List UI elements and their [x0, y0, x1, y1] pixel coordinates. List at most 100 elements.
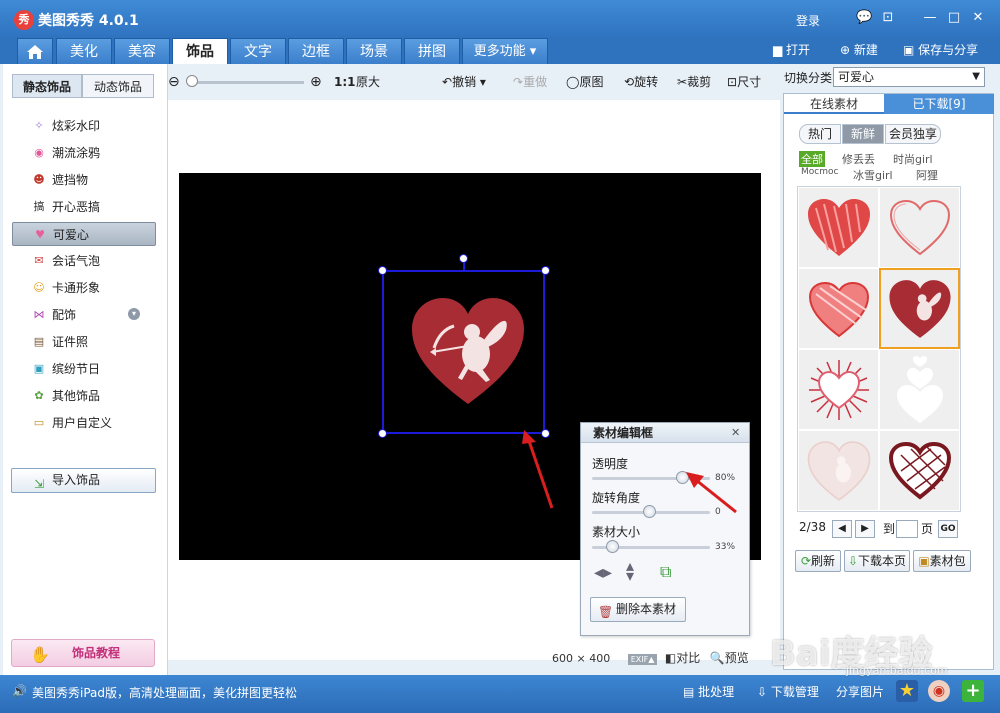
category-item[interactable]: ✿ 其他饰品	[12, 384, 156, 408]
resize-handle[interactable]	[378, 429, 387, 438]
copy-material-icon[interactable]: ⧉	[660, 562, 671, 582]
close-button[interactable]: ✕	[970, 10, 986, 26]
category-item[interactable]: ◉ 潮流涂鸦	[12, 141, 156, 165]
rotate-button[interactable]: ⟲旋转	[624, 74, 658, 90]
tag-ice-girl[interactable]: 冰雪girl	[853, 167, 893, 183]
zoom-slider-knob[interactable]	[186, 75, 198, 87]
tag-xiudiudiu[interactable]: 修丢丢	[842, 151, 875, 167]
size-slider-knob[interactable]	[606, 540, 619, 553]
preview-button[interactable]: 🔍预览	[710, 651, 749, 665]
exif-button[interactable]: EXIF▲	[627, 654, 658, 665]
filter-vip[interactable]: 会员独享	[885, 124, 941, 144]
category-select[interactable]: 可爱心 ▼	[833, 67, 985, 87]
zoom-ratio[interactable]: 1:1	[334, 74, 356, 90]
login-link[interactable]: 登录	[796, 12, 820, 29]
save-share-button[interactable]: ▣ 保存与分享	[903, 41, 978, 59]
maximize-button[interactable]: □	[946, 10, 962, 26]
category-item[interactable]: ▣ 缤纷节日	[12, 357, 156, 381]
hand-icon: ✋	[30, 645, 50, 664]
selection-box[interactable]	[382, 270, 545, 434]
next-page-button[interactable]: ▶	[855, 520, 875, 538]
compare-button[interactable]: ◧对比	[665, 651, 700, 665]
zoom-out-icon[interactable]: ⊖	[168, 74, 180, 90]
material-thumb[interactable]	[798, 187, 879, 268]
tab-static-accessories[interactable]: 静态饰品	[12, 74, 82, 98]
download-manager-button[interactable]: ⇩ 下载管理	[757, 683, 819, 700]
status-message[interactable]: 美图秀秀iPad版，高清处理画面，美化拼图更轻松	[32, 684, 297, 701]
tab-more[interactable]: 更多功能 ▾	[462, 38, 548, 64]
refresh-button[interactable]: ⟳刷新	[795, 550, 841, 572]
tab-downloaded[interactable]: 已下载[9]	[884, 94, 994, 114]
category-item[interactable]: ✧ 炫彩水印	[12, 114, 156, 138]
filter-hot[interactable]: 热门	[799, 124, 841, 144]
share-picture-button[interactable]: 分享图片	[836, 683, 884, 700]
tab-dynamic-accessories[interactable]: 动态饰品	[82, 74, 154, 98]
material-thumb[interactable]	[798, 430, 879, 511]
home-tab[interactable]	[17, 38, 53, 64]
category-item[interactable]: ♥ 可爱心	[12, 222, 156, 246]
tab-beautify[interactable]: 美化	[56, 38, 112, 64]
material-thumb-selected[interactable]	[879, 268, 960, 349]
add-icon[interactable]: +	[962, 680, 984, 702]
category-item[interactable]: 搞开心恶搞	[12, 195, 156, 219]
category-item[interactable]: ▤ 证件照	[12, 330, 156, 354]
category-item[interactable]: ☺ 卡通形象	[12, 276, 156, 300]
batch-button[interactable]: ▤ 批处理	[683, 683, 734, 700]
resize-handle[interactable]	[541, 266, 550, 275]
original-size-button[interactable]: 原大	[356, 74, 380, 90]
expand-chevron-icon[interactable]: ▾	[128, 308, 140, 320]
filter-new[interactable]: 新鲜	[842, 124, 884, 144]
feedback-icon[interactable]: 💬	[856, 10, 872, 26]
category-label: 用户自定义	[52, 416, 113, 430]
category-label: 可爱心	[53, 228, 90, 242]
resize-handle[interactable]	[378, 266, 387, 275]
tag-fashion-girl[interactable]: 时尚girl	[893, 151, 933, 167]
resize-button[interactable]: ⊡尺寸	[727, 74, 761, 90]
rotation-slider-knob[interactable]	[643, 505, 656, 518]
material-thumb[interactable]	[798, 349, 879, 430]
material-thumb[interactable]	[879, 349, 960, 430]
page-indicator: 2/38	[799, 520, 826, 534]
new-button[interactable]: ⊕ 新建	[840, 41, 878, 59]
tag-ali[interactable]: 阿狸	[916, 167, 938, 183]
crop-button[interactable]: ✂裁剪	[677, 74, 711, 90]
skin-icon[interactable]: ⊡	[880, 10, 896, 26]
tag-mocmoc[interactable]: Mocmoc	[801, 167, 838, 177]
tab-accessories[interactable]: 饰品	[172, 38, 228, 64]
delete-material-button[interactable]: 🗑 删除本素材	[590, 597, 686, 622]
flip-vertical-icon[interactable]: ▴ ▾	[626, 558, 634, 584]
category-item[interactable]: ✉ 会话气泡	[12, 249, 156, 273]
accessory-tutorial-button[interactable]: ✋ 饰品教程	[11, 639, 155, 667]
download-page-button[interactable]: ⇩下载本页	[844, 550, 910, 572]
original-image-button[interactable]: ◯原图	[566, 74, 603, 90]
redo-button[interactable]: ↷重做	[513, 74, 547, 90]
tab-cosmetic[interactable]: 美容	[114, 38, 170, 64]
tab-online-materials[interactable]: 在线素材	[784, 94, 884, 114]
flip-horizontal-icon[interactable]: ◂▸	[594, 562, 612, 583]
minimize-button[interactable]: —	[922, 10, 938, 26]
tag-all[interactable]: 全部	[799, 151, 825, 167]
edit-panel-close-icon[interactable]: ✕	[731, 426, 740, 439]
material-thumb[interactable]	[879, 187, 960, 268]
page-number-input[interactable]	[896, 520, 918, 538]
open-button[interactable]: ▆ 打开	[773, 41, 810, 59]
import-accessory-button[interactable]: ⇲ 导入饰品	[11, 468, 156, 493]
resize-icon: ⊡	[727, 75, 738, 89]
undo-button[interactable]: ↶撤销 ▾	[442, 74, 486, 90]
tab-frame[interactable]: 边框	[288, 38, 344, 64]
tab-text[interactable]: 文字	[230, 38, 286, 64]
prev-page-button[interactable]: ◀	[832, 520, 852, 538]
category-item[interactable]: ▭ 用户自定义	[12, 411, 156, 435]
material-thumb[interactable]	[879, 430, 960, 511]
zoom-in-icon[interactable]: ⊕	[310, 74, 322, 90]
material-package-button[interactable]: ▣素材包	[913, 550, 971, 572]
rotate-handle[interactable]	[459, 254, 468, 263]
weibo-icon[interactable]: ◉	[928, 680, 950, 702]
material-thumb[interactable]	[798, 268, 879, 349]
go-button[interactable]: GO	[938, 520, 958, 538]
star-icon[interactable]: ★	[896, 680, 918, 702]
tab-scene[interactable]: 场景	[346, 38, 402, 64]
zoom-slider-track[interactable]	[188, 81, 304, 84]
tab-collage[interactable]: 拼图	[404, 38, 460, 64]
category-item[interactable]: ☻ 遮挡物	[12, 168, 156, 192]
